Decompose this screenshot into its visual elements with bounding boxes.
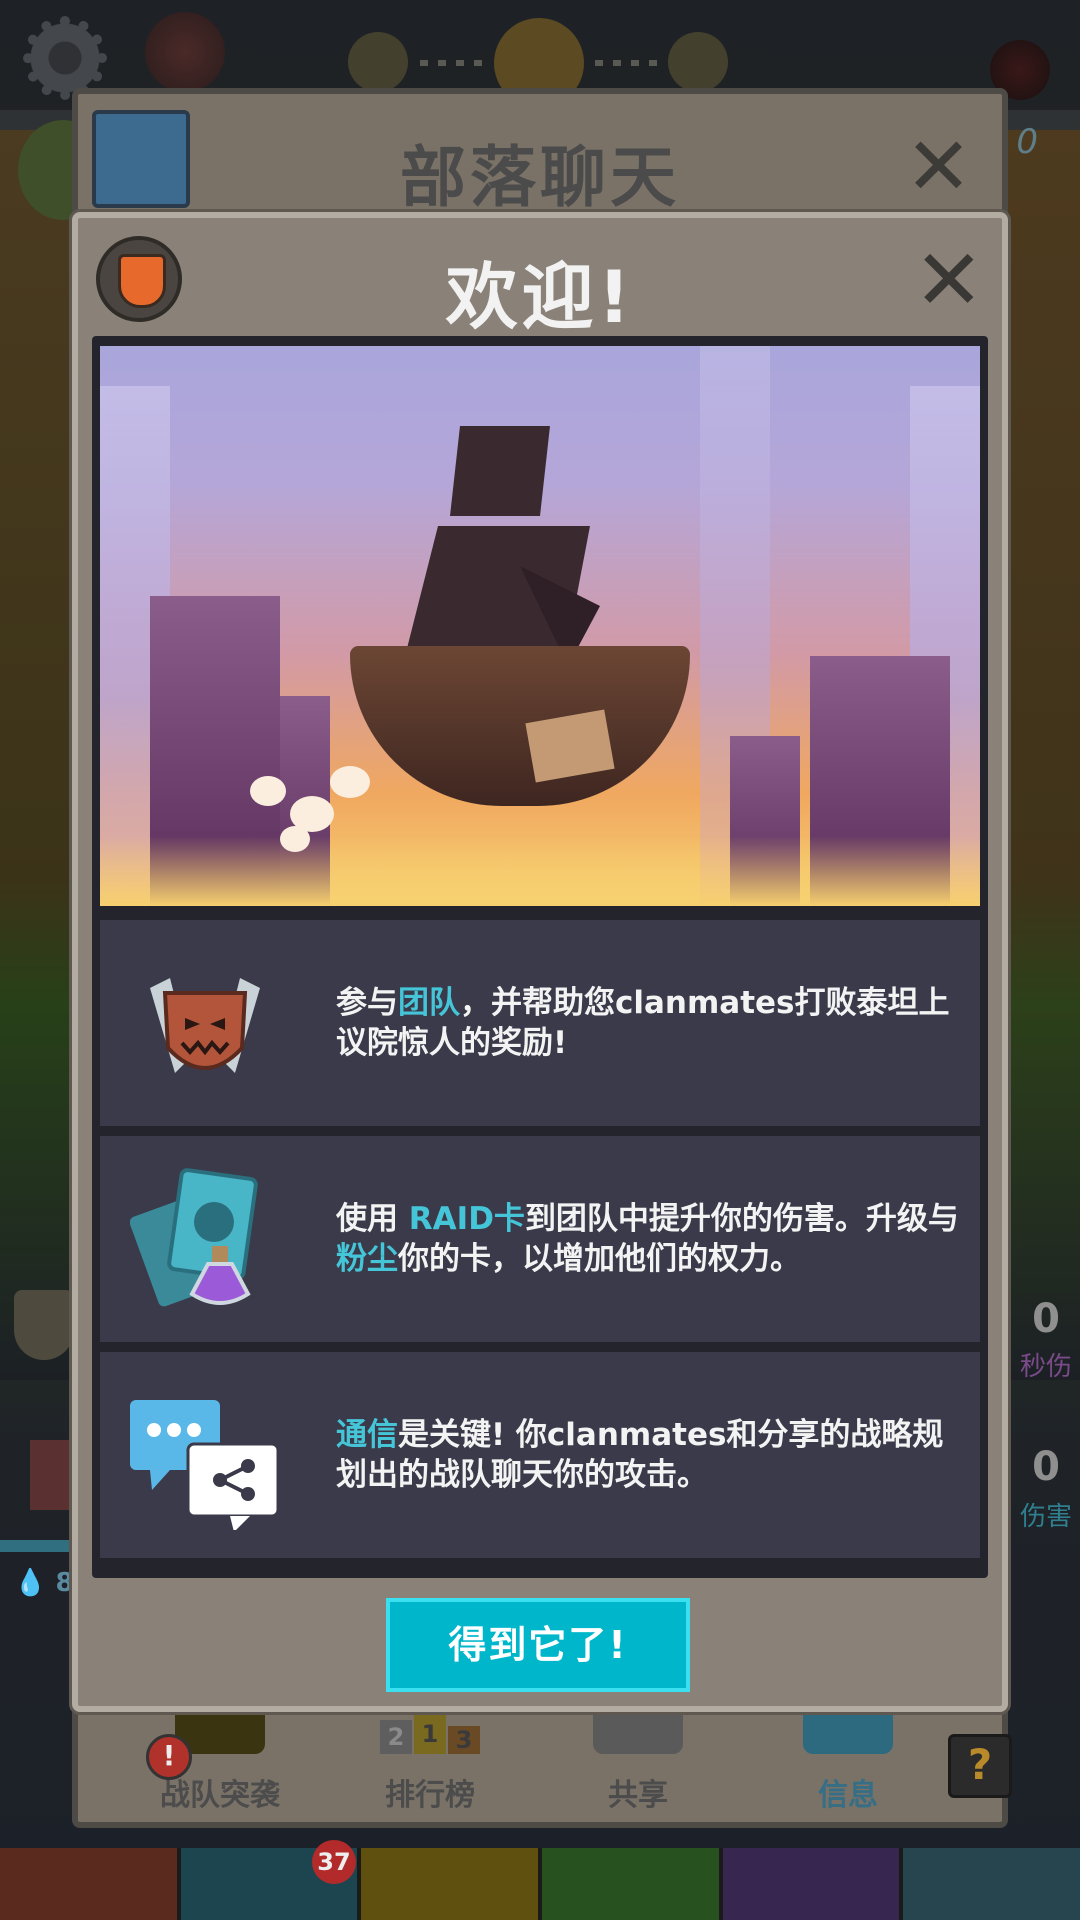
ship-icon	[14, 1290, 74, 1360]
nav-artifacts[interactable]	[722, 1848, 904, 1920]
communication-link[interactable]: 通信	[336, 1417, 398, 1453]
nav-sword[interactable]	[0, 1848, 181, 1920]
tab-info-label: 信息	[818, 1778, 878, 1813]
podium-digit: 1	[414, 1714, 446, 1754]
feature-raid-text: 参与团队，并帮助您clanmates打败泰坦上议院惊人的奖励!	[336, 920, 960, 1126]
podium-digit: 3	[448, 1726, 480, 1754]
tab-info[interactable]: 信息	[748, 1714, 948, 1814]
chat-panel-number: 0	[1016, 122, 1038, 162]
settings-gear-icon[interactable]	[23, 16, 107, 100]
scene-right-edge	[1000, 130, 1080, 1380]
text-part: 是关键! 你clanmates和分享的战略规划出的战队聊天你的攻击。	[336, 1417, 944, 1493]
feature-chat-text: 通信是关键! 你clanmates和分享的战略规划出的战队聊天你的攻击。	[336, 1352, 960, 1558]
notification-badge: 37	[312, 1840, 356, 1884]
dust-link[interactable]: 粉尘	[336, 1241, 398, 1277]
nav-pets[interactable]	[542, 1848, 723, 1920]
side-number: 0	[1032, 1444, 1060, 1490]
modal-title: 欢迎!	[445, 255, 635, 339]
share-icon	[593, 1714, 683, 1754]
tab-share[interactable]: 共享	[538, 1714, 738, 1814]
top-demon-icon[interactable]	[145, 12, 225, 92]
tab-share-label: 共享	[608, 1778, 668, 1813]
nav-shop[interactable]	[903, 1848, 1080, 1920]
airship-illustration	[100, 346, 980, 906]
help-button[interactable]: ?	[948, 1734, 1012, 1798]
text-part: 到团队中提升你的伤害。升级与	[524, 1201, 959, 1237]
chat-close-icon[interactable]: ✕	[905, 127, 972, 207]
chat-panel-title: 部落聊天	[400, 139, 680, 216]
modal-content: 参与团队，并帮助您clanmates打败泰坦上议院惊人的奖励! 使用 RAID卡…	[92, 336, 988, 1578]
side-label: 秒伤	[1019, 1352, 1072, 1382]
side-number: 0	[1032, 1296, 1060, 1342]
raid-demon-shield-icon	[150, 978, 260, 1073]
feature-raid: 参与团队，并帮助您clanmates打败泰坦上议院惊人的奖励!	[100, 920, 980, 1126]
got-it-button[interactable]: 得到它了!	[386, 1598, 690, 1692]
tab-leaderboard[interactable]: 2 1 3 排行榜	[330, 1714, 530, 1814]
bottom-nav-strip	[0, 1848, 1080, 1920]
podium-icon: 2 1 3	[375, 1714, 485, 1754]
stage-node-icon	[348, 32, 408, 92]
raid-alert-badge: !	[146, 1734, 192, 1780]
progress-strip	[0, 1540, 80, 1552]
text-part: 使用	[336, 1201, 409, 1237]
feature-cards-text: 使用 RAID卡到团队中提升你的伤害。升级与粉尘你的卡，以增加他们的权力。	[336, 1136, 960, 1342]
feature-chat: 通信是关键! 你clanmates和分享的战略规划出的战队聊天你的攻击。	[100, 1352, 980, 1558]
close-icon[interactable]: ✕	[914, 238, 984, 322]
raid-cards-potion-icon	[130, 1168, 258, 1307]
chat-tabs: 战队突袭 2 1 3 排行榜 共享 信息	[78, 1714, 1002, 1824]
tab-raid-label: 战队突袭	[160, 1778, 280, 1813]
scene-left-edge	[0, 130, 80, 1380]
raid-card-link[interactable]: RAID卡	[409, 1201, 525, 1237]
welcome-modal: 欢迎! ✕ 参与团队，并帮助您clanmates打败泰坦上议院惊人的奖励! 使用…	[72, 212, 1008, 1712]
nav-equipment[interactable]	[361, 1848, 543, 1920]
text-part: 参与	[336, 985, 398, 1021]
podium-digit: 2	[380, 1720, 412, 1754]
stage-node-icon	[668, 32, 728, 92]
text-part: 你的卡，以增加他们的权力。	[398, 1241, 801, 1277]
side-label: 伤害	[1019, 1502, 1072, 1532]
raid-link[interactable]: 团队	[398, 985, 460, 1021]
chat-share-icon	[130, 1400, 280, 1530]
stage-path-dots	[595, 60, 665, 66]
stage-path-dots	[420, 60, 490, 66]
chat-icon	[803, 1714, 893, 1754]
tab-leaderboard-label: 排行榜	[385, 1778, 475, 1813]
feature-cards: 使用 RAID卡到团队中提升你的伤害。升级与粉尘你的卡，以增加他们的权力。	[100, 1136, 980, 1342]
